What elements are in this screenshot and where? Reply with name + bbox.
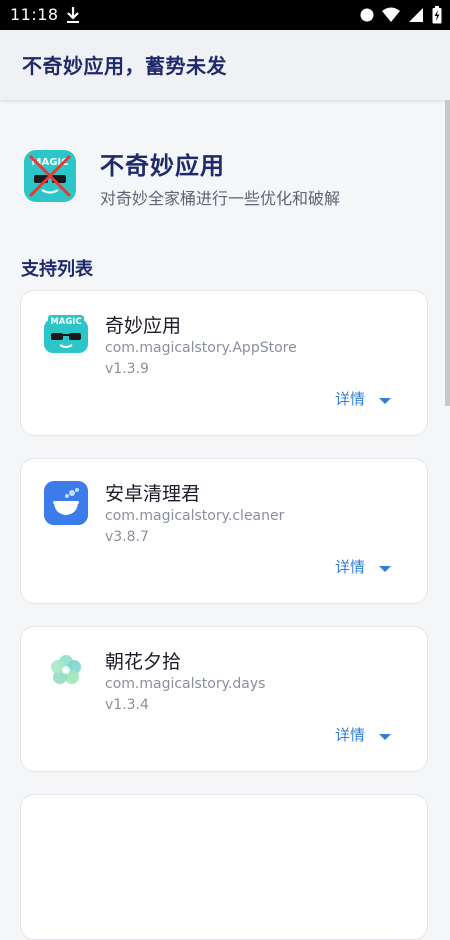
app-version: v3.8.7 [105,529,149,545]
app-card[interactable]: 朝花夕拾 com.magicalstory.days v1.3.4 详情 [20,626,428,772]
battery-charging-icon [432,6,442,24]
wifi-icon [382,7,400,22]
hero-subtitle: 对奇妙全家桶进行一些优化和破解 [100,189,341,208]
flower-icon [51,655,81,684]
chevron-down-icon [379,565,391,572]
status-bar: 11:18 [0,0,450,30]
app-package: com.magicalstory.AppStore [105,340,297,356]
details-button[interactable]: 详情 [335,388,391,409]
hero-title: 不奇妙应用 [100,152,225,180]
app-name: 朝花夕拾 [105,651,182,673]
app-card[interactable]: 安卓清理君 com.magicalstory.cleaner v3.8.7 详情 [20,458,428,604]
chevron-down-icon [379,733,391,740]
details-label: 详情 [334,390,365,408]
details-label: 详情 [334,726,365,744]
app-package: com.magicalstory.cleaner [105,508,285,524]
app-bar-title: 不奇妙应用，蓄势未发 [22,54,227,78]
signal-dots-icon [360,8,374,22]
details-button[interactable]: 详情 [335,724,391,745]
app-version: v1.3.9 [105,361,149,377]
app-version: v1.3.4 [105,697,149,713]
magic-glasses-icon: MAGIC [44,315,88,353]
svg-text:MAGIC: MAGIC [50,317,81,327]
status-icons [360,6,442,24]
download-icon [67,7,79,23]
cell-signal-icon [409,8,423,22]
section-title: 支持列表 [21,259,93,280]
app-bar: 不奇妙应用，蓄势未发 [0,30,450,100]
scrollbar-thumb[interactable] [445,100,450,406]
details-button[interactable]: 详情 [335,556,391,577]
chevron-down-icon [379,397,391,404]
app-package: com.magicalstory.days [105,676,266,692]
status-time: 11:18 [10,5,59,24]
app-card[interactable] [20,794,428,940]
cleaner-brush-icon [44,481,88,525]
app-card[interactable]: MAGIC 奇妙应用 com.magicalstory.AppStore v1.… [20,290,428,436]
app-name: 安卓清理君 [105,483,201,505]
app-name: 奇妙应用 [105,315,182,337]
app-logo-icon: MAGIC [24,150,76,202]
details-label: 详情 [334,558,365,576]
